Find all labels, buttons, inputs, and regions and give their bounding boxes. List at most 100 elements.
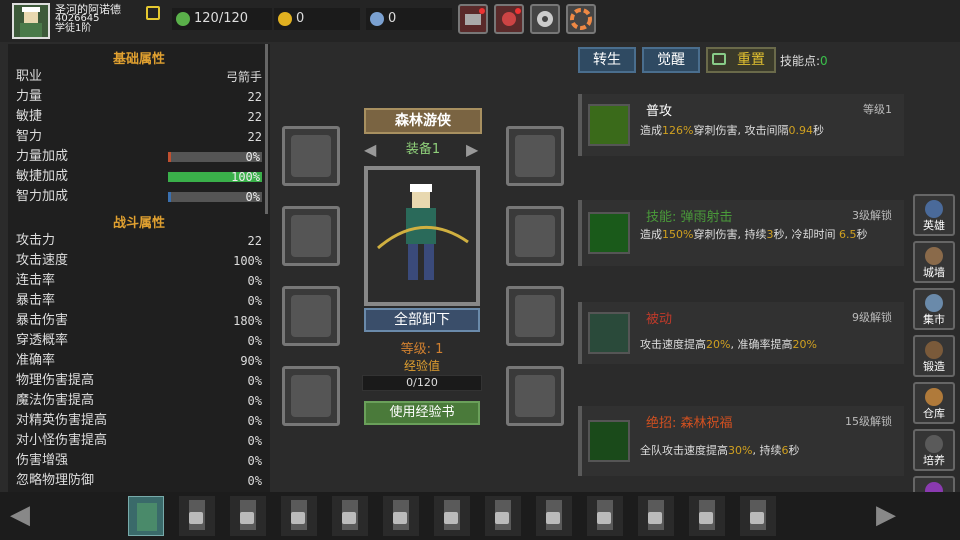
skill-card[interactable]: 普攻 等级1 造成126%穿刺伤害, 攻击间隔0.94秒 bbox=[578, 94, 904, 156]
skill-level: 15级解锁 bbox=[845, 415, 892, 428]
attribute-row: 暴击率 0% bbox=[16, 292, 262, 310]
skill-icon bbox=[588, 104, 630, 146]
helmet-slot[interactable] bbox=[282, 126, 340, 186]
rebirth-button[interactable]: 转生 bbox=[578, 47, 636, 73]
ring-slot[interactable] bbox=[506, 286, 564, 346]
skill-description: 造成150%穿刺伤害, 持续3秒, 冷却时间 6.5秒 bbox=[640, 228, 868, 241]
attribute-bonus-bar: 0% bbox=[168, 150, 262, 164]
attribute-value: 90% bbox=[240, 354, 262, 368]
player-avatar[interactable] bbox=[12, 3, 50, 39]
hero-slot[interactable] bbox=[740, 496, 776, 536]
event-button[interactable] bbox=[494, 4, 524, 34]
attribute-name: 力量 bbox=[16, 89, 43, 104]
lock-icon bbox=[444, 512, 458, 524]
lock-icon bbox=[393, 512, 407, 524]
unequip-all-button[interactable]: 全部卸下 bbox=[364, 308, 480, 332]
attribute-value: 100% bbox=[233, 254, 262, 268]
side-menu-6[interactable]: 培养 bbox=[913, 429, 955, 471]
side-menu-label: 城墙 bbox=[923, 266, 945, 279]
lock-icon bbox=[291, 512, 305, 524]
skill-name: 被动 bbox=[646, 312, 673, 327]
attribute-row: 攻击速度 100% bbox=[16, 252, 262, 270]
attribute-row: 职业 弓箭手 bbox=[16, 68, 262, 86]
weapon-slot-icon bbox=[515, 375, 555, 417]
attribute-value: 180% bbox=[233, 314, 262, 328]
necklace-slot[interactable] bbox=[506, 126, 564, 186]
attribute-name: 敏捷加成 bbox=[16, 169, 69, 184]
exp-label: 经验值 bbox=[403, 359, 440, 373]
prev-page-arrow-icon[interactable]: ◀ bbox=[10, 500, 30, 530]
side-menu-2[interactable]: 城墙 bbox=[913, 241, 955, 283]
hero-slot[interactable] bbox=[230, 496, 266, 536]
hero-slot[interactable] bbox=[434, 496, 470, 536]
attribute-value: 22 bbox=[247, 110, 262, 124]
weapon-slot[interactable] bbox=[506, 366, 564, 426]
hero-slot[interactable] bbox=[128, 496, 164, 536]
use-exp-book-button[interactable]: 使用经验书 bbox=[364, 401, 480, 425]
next-set-arrow-icon[interactable]: ▶ bbox=[466, 140, 478, 159]
pants-slot[interactable] bbox=[282, 286, 340, 346]
hero-slot[interactable] bbox=[536, 496, 572, 536]
edit-name-icon[interactable] bbox=[146, 6, 160, 20]
skill-card[interactable]: 绝招: 森林祝福 15级解锁 全队攻击速度提高30%, 持续6秒 bbox=[578, 406, 904, 476]
settings-button[interactable] bbox=[530, 4, 560, 34]
side-menu-icon bbox=[925, 247, 943, 265]
helmet-slot-icon bbox=[291, 135, 331, 177]
skill-description: 全队攻击速度提高30%, 持续6秒 bbox=[640, 444, 800, 457]
side-menu-5[interactable]: 仓库 bbox=[913, 382, 955, 424]
hero-slot[interactable] bbox=[638, 496, 674, 536]
side-menu-icon bbox=[925, 294, 943, 312]
skill-card[interactable]: 技能: 弹雨射击 3级解锁 造成150%穿刺伤害, 持续3秒, 冷却时间 6.5秒 bbox=[578, 200, 904, 266]
bonus-bar-fill bbox=[168, 192, 171, 202]
attribute-bonus-bar: 100% bbox=[168, 170, 262, 184]
color-wheel-button[interactable] bbox=[566, 4, 596, 34]
side-menu-1[interactable]: 英雄 bbox=[913, 194, 955, 236]
attribute-name: 对精英伤害提高 bbox=[16, 413, 108, 428]
attribute-value: 0% bbox=[247, 454, 262, 468]
attribute-name: 暴击率 bbox=[16, 293, 56, 308]
attribute-name: 敏捷 bbox=[16, 109, 43, 124]
hero-slot[interactable] bbox=[332, 496, 368, 536]
skill-icon bbox=[588, 312, 630, 354]
gloves-slot[interactable] bbox=[506, 206, 564, 266]
next-page-arrow-icon[interactable]: ▶ bbox=[876, 500, 896, 530]
hero-slot[interactable] bbox=[179, 496, 215, 536]
attribute-name: 穿透概率 bbox=[16, 333, 69, 348]
armor-slot[interactable] bbox=[282, 206, 340, 266]
reset-button[interactable]: 重置 bbox=[706, 47, 776, 73]
hero-slot[interactable] bbox=[281, 496, 317, 536]
attribute-name: 攻击速度 bbox=[16, 253, 69, 268]
attribute-name: 职业 bbox=[16, 69, 43, 84]
skill-icon bbox=[588, 420, 630, 462]
attribute-row: 穿透概率 0% bbox=[16, 332, 262, 350]
attribute-value: 22 bbox=[247, 90, 262, 104]
attribute-name: 智力 bbox=[16, 129, 43, 144]
attributes-scrollbar[interactable] bbox=[265, 44, 268, 214]
gold-counter: 0 bbox=[274, 8, 360, 30]
side-menu-3[interactable]: 集市 bbox=[913, 288, 955, 330]
attribute-row: 对小怪伤害提高 0% bbox=[16, 432, 262, 450]
hero-slot[interactable] bbox=[587, 496, 623, 536]
skill-card[interactable]: 被动 9级解锁 攻击速度提高20%, 准确率提高20% bbox=[578, 302, 904, 364]
awaken-button[interactable]: 觉醒 bbox=[642, 47, 700, 73]
bonus-bar-fill bbox=[168, 152, 171, 162]
ranger-figure-icon bbox=[377, 184, 469, 280]
side-menu-label: 培养 bbox=[923, 454, 945, 467]
mail-button[interactable] bbox=[458, 4, 488, 34]
hero-slot[interactable] bbox=[383, 496, 419, 536]
attribute-name: 魔法伤害提高 bbox=[16, 393, 95, 408]
side-menu-4[interactable]: 锻造 bbox=[913, 335, 955, 377]
attribute-name: 伤害增强 bbox=[16, 453, 69, 468]
boots-slot[interactable] bbox=[282, 366, 340, 426]
player-rank: 学徒1阶 bbox=[55, 23, 92, 34]
attribute-name: 暴击伤害 bbox=[16, 313, 69, 328]
side-menu-icon bbox=[925, 435, 943, 453]
side-menu-icon bbox=[925, 200, 943, 218]
reset-label: 重置 bbox=[737, 52, 765, 68]
hero-slot[interactable] bbox=[485, 496, 521, 536]
attribute-value: 0% bbox=[247, 474, 262, 488]
necklace-slot-icon bbox=[515, 135, 555, 177]
top-bar: 圣河的阿诺德 4026645 学徒1阶 120/120 0 0 bbox=[0, 0, 960, 42]
side-menu-label: 锻造 bbox=[923, 360, 945, 373]
hero-slot[interactable] bbox=[689, 496, 725, 536]
